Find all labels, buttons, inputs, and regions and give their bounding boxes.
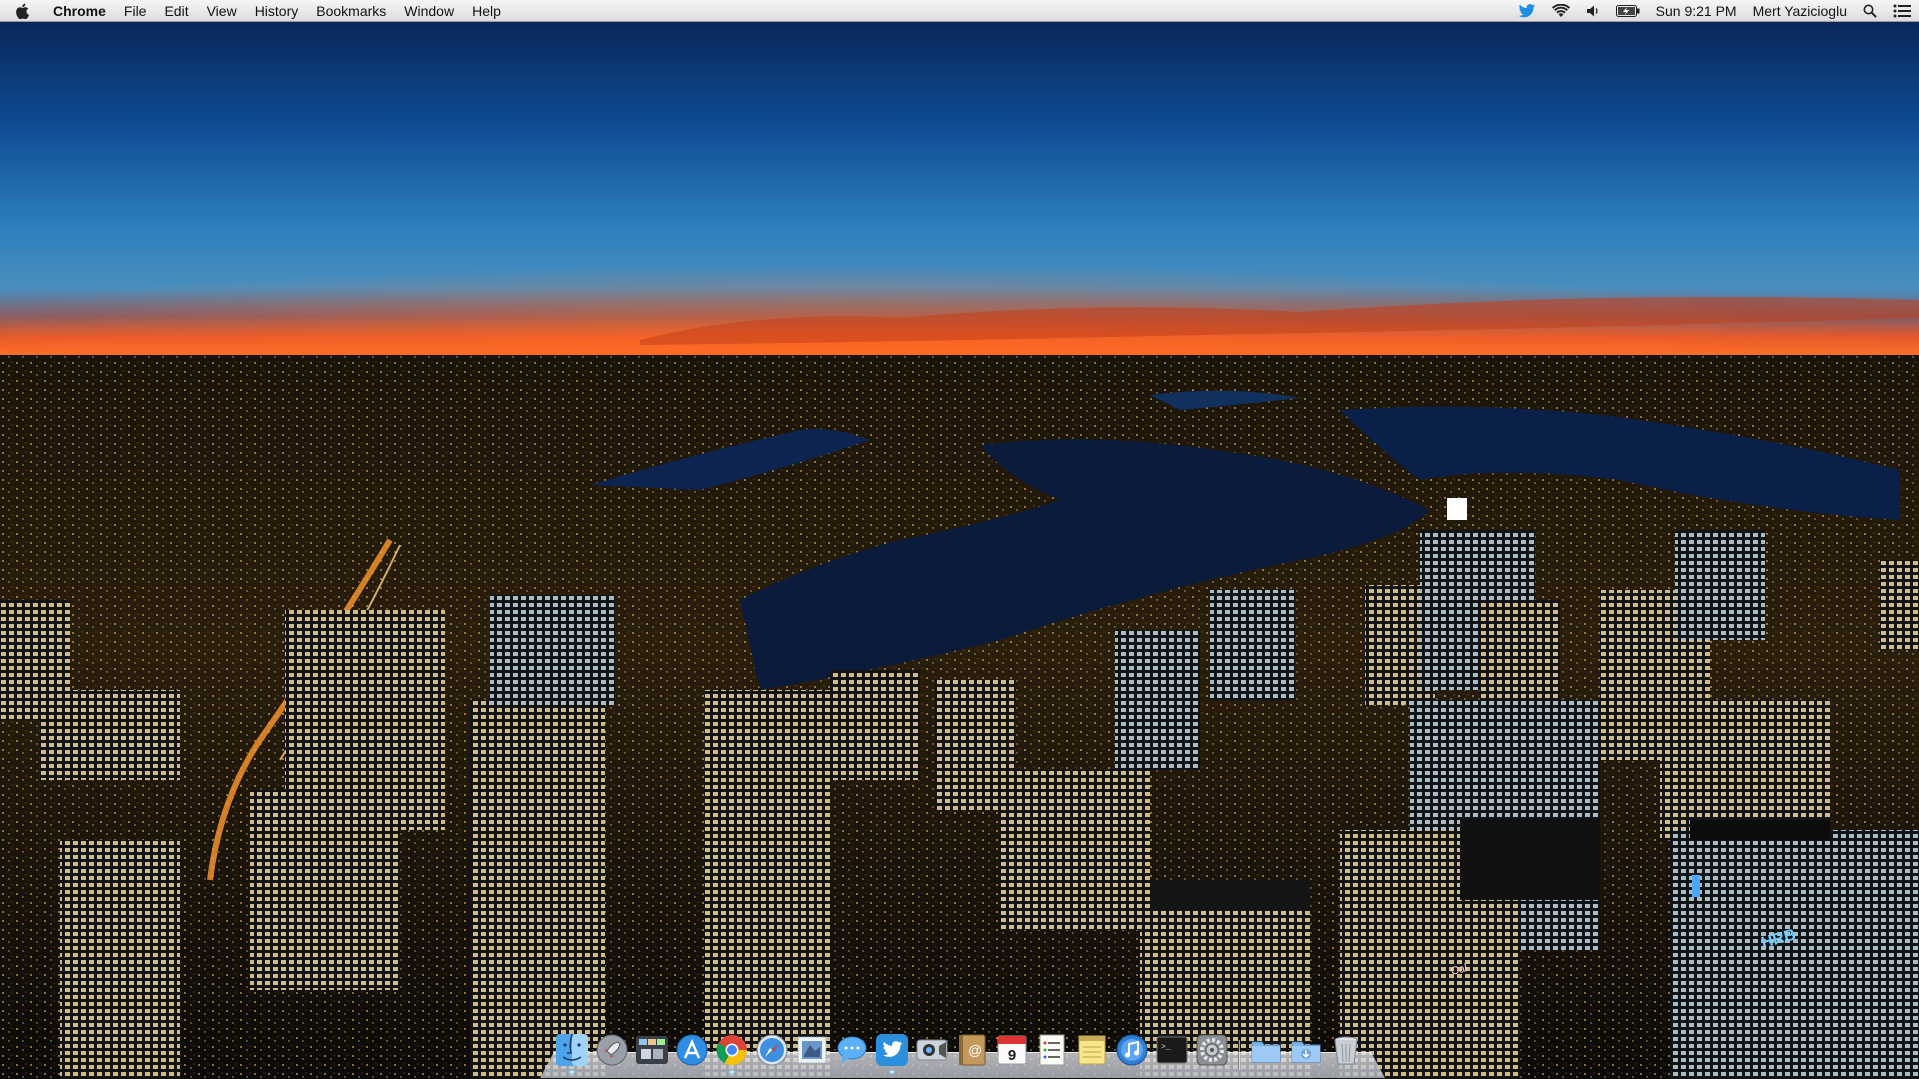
dock: @ 9 >_	[540, 1030, 1385, 1079]
finder-icon[interactable]	[554, 1032, 590, 1074]
menu-app-name[interactable]: Chrome	[44, 0, 115, 22]
messages-bubble-icon[interactable]	[834, 1032, 870, 1068]
menu-clock[interactable]: Sun 9:21 PM	[1648, 0, 1745, 22]
menu-bookmarks[interactable]: Bookmarks	[307, 0, 395, 22]
menu-file[interactable]: File	[115, 0, 156, 22]
menu-view[interactable]: View	[198, 0, 246, 22]
system-preferences-gear-icon[interactable]	[1194, 1032, 1230, 1068]
running-indicator	[729, 1070, 735, 1074]
running-indicator	[569, 1070, 575, 1074]
contacts-book-icon[interactable]: @	[954, 1032, 990, 1068]
menu-edit[interactable]: Edit	[155, 0, 197, 22]
reminders-list-icon[interactable]	[1034, 1032, 1070, 1068]
terminal-icon[interactable]: >_	[1154, 1032, 1190, 1068]
safari-compass-icon[interactable]	[754, 1032, 790, 1068]
apple-menu-icon[interactable]	[0, 3, 44, 19]
menu-window[interactable]: Window	[395, 0, 463, 22]
folder-icon[interactable]	[1248, 1032, 1284, 1068]
wifi-icon[interactable]	[1544, 4, 1578, 18]
calendar-day-number: 9	[1008, 1047, 1016, 1064]
menu-bar: Chrome File Edit View History Bookmarks …	[0, 0, 1919, 22]
user-account-menu[interactable]: Mert Yazicioglu	[1745, 0, 1855, 22]
menu-history[interactable]: History	[246, 0, 308, 22]
trash-icon[interactable]	[1328, 1032, 1364, 1068]
battery-charging-icon[interactable]	[1608, 5, 1648, 17]
volume-icon[interactable]	[1578, 4, 1608, 18]
downloads-folder-icon[interactable]	[1288, 1032, 1324, 1068]
itunes-note-icon[interactable]	[1114, 1032, 1150, 1068]
notes-pad-icon[interactable]	[1074, 1032, 1110, 1068]
svg-text:>_: >_	[1161, 1043, 1171, 1052]
notification-center-icon[interactable]	[1885, 4, 1919, 18]
mission-control-icon[interactable]	[634, 1032, 670, 1068]
menu-help[interactable]: Help	[463, 0, 510, 22]
mail-stamp-icon[interactable]	[794, 1032, 830, 1068]
app-store-icon[interactable]	[674, 1032, 710, 1068]
spotlight-search-icon[interactable]	[1855, 4, 1885, 18]
calendar-icon[interactable]: 9	[994, 1032, 1030, 1068]
facetime-camera-icon[interactable]	[914, 1032, 950, 1068]
chrome-icon[interactable]	[714, 1032, 750, 1074]
desktop-wallpaper: HRB Cal	[0, 0, 1919, 1079]
twitter-bird-icon[interactable]	[1510, 3, 1544, 19]
twitter-bird-icon[interactable]	[874, 1032, 910, 1074]
running-indicator	[889, 1070, 895, 1074]
dock-separator	[1236, 1032, 1242, 1070]
svg-text:@: @	[968, 1042, 982, 1058]
launchpad-rocket-icon[interactable]	[594, 1032, 630, 1068]
